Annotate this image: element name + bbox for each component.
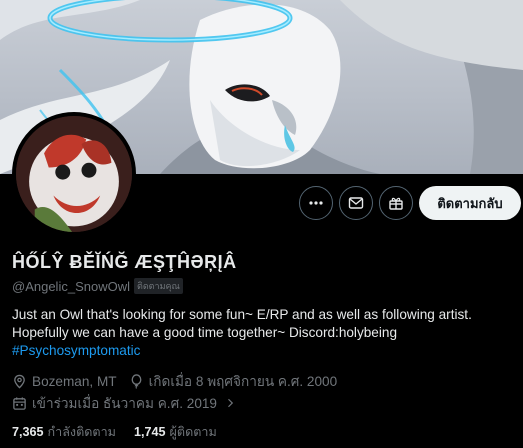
follows-you-badge: ติดตามคุณ (133, 278, 183, 294)
handle-row: @Angelic_SnowOwl ติดตามคุณ (12, 278, 183, 294)
display-name: ĤŐĹŶ ɃĚĬŃĞ ÆŞŢĤƏŖĮÂ (12, 252, 237, 272)
location-pin-icon (14, 374, 25, 388)
location-text: Bozeman, MT (32, 373, 117, 389)
calendar-icon (13, 396, 26, 410)
avatar[interactable] (12, 112, 136, 236)
profile-meta-row-1: Bozeman, MT เกิดเมื่อ 8 พฤศจิกายน ค.ศ. 2… (12, 370, 349, 392)
following-count: 7,365 (12, 425, 44, 439)
joined-text: เข้าร่วมเมื่อ ธันวาคม ค.ศ. 2019 (32, 396, 217, 411)
bio-line-2: Hopefully we can have a good time togeth… (12, 325, 398, 340)
handle: @Angelic_SnowOwl (12, 278, 130, 294)
gift-icon (389, 197, 403, 210)
subscribe-button[interactable] (379, 186, 413, 220)
followers-count: 1,745 (134, 425, 166, 439)
followers-label: ผู้ติดตาม (169, 425, 217, 439)
profile-meta-row-2: เข้าร่วมเมื่อ ธันวาคม ค.ศ. 2019 (12, 392, 248, 414)
birthday-text: เกิดเมื่อ 8 พฤศจิกายน ค.ศ. 2000 (148, 374, 338, 389)
follow-stats: 7,365 กำลังติดตาม 1,745 ผู้ติดตาม (12, 422, 217, 442)
joined-date: เข้าร่วมเมื่อ ธันวาคม ค.ศ. 2019 (12, 392, 236, 414)
following-link[interactable]: 7,365 กำลังติดตาม (12, 422, 116, 442)
bio-line-1: Just an Owl that's looking for some fun~… (12, 307, 472, 322)
bio: Just an Owl that's looking for some fun~… (12, 306, 517, 360)
follow-back-button[interactable]: ติดตามกลับ (419, 186, 521, 220)
hashtag-link[interactable]: #Psychosymptomatic (12, 342, 517, 360)
more-button[interactable] (299, 186, 333, 220)
birthday: เกิดเมื่อ 8 พฤศจิกายน ค.ศ. 2000 (129, 370, 338, 392)
chevron-right-icon[interactable] (224, 397, 236, 409)
envelope-icon (348, 197, 364, 209)
more-icon (309, 201, 323, 205)
following-label: กำลังติดตาม (47, 425, 116, 439)
message-button[interactable] (339, 186, 373, 220)
location: Bozeman, MT (12, 374, 117, 389)
followers-link[interactable]: 1,745 ผู้ติดตาม (134, 422, 217, 442)
balloon-icon (131, 373, 141, 389)
